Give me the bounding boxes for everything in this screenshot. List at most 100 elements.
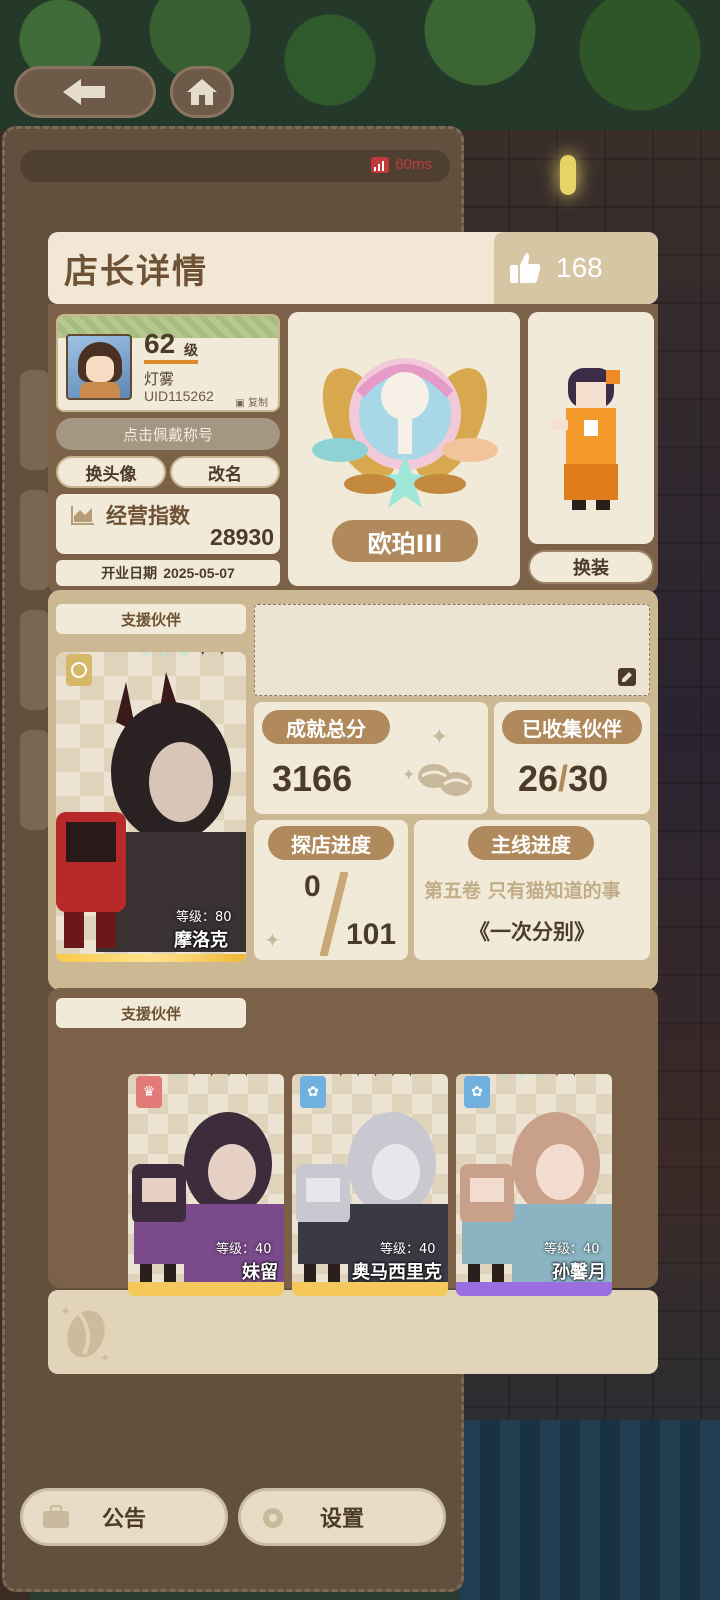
star-icon: ✦ [170, 1074, 183, 1081]
star-icon: ✦ [195, 652, 210, 661]
star-icon: ✦ [568, 1074, 581, 1081]
network-status-bar: 60ms [20, 150, 450, 182]
collected-partners-card: 已收集伙伴 26/30 [494, 702, 650, 814]
level-unit: 级 [184, 343, 198, 359]
description-section: ✦ ✦ [48, 1290, 658, 1374]
briefcase-icon [43, 1505, 69, 1528]
story-title: 《一次分别》 [469, 920, 595, 944]
open-date-value: 2025-05-07 [163, 565, 235, 581]
business-index-label: 经营指数 [106, 504, 190, 528]
like-count: 168 [556, 252, 603, 283]
copy-uid-button[interactable]: ▣ 复制 [235, 394, 268, 409]
lamp-decoration [560, 155, 576, 195]
star-icon: ✦ [334, 1074, 347, 1081]
star-icon: ✦ [386, 1074, 399, 1081]
star-icon: ✦ [351, 1074, 364, 1081]
owner-sprite-icon [552, 368, 620, 510]
wear-title-button[interactable]: 点击佩戴称号 [56, 418, 280, 450]
change-outfit-button[interactable]: 换装 [528, 550, 654, 584]
collected-count: 26/30 [518, 758, 609, 799]
rename-button[interactable]: 改名 [170, 456, 280, 488]
partner-level: 等级：80 [176, 910, 232, 925]
settings-label: 设置 [319, 1507, 364, 1532]
notice-button[interactable]: 公告 [20, 1488, 228, 1546]
back-button[interactable] [14, 66, 156, 118]
opal-rank-emblem-icon [312, 358, 498, 508]
ping-indicator: 60ms [371, 156, 432, 173]
rarity-strip [292, 1282, 448, 1296]
settings-button[interactable]: 设置 [238, 1488, 446, 1546]
slash-divider [320, 872, 348, 956]
rarity-strip [128, 1282, 284, 1296]
partner-name: 摩洛克 [174, 930, 228, 951]
open-date: 开业日期 2025-05-07 [56, 560, 280, 586]
outfit-preview [528, 312, 654, 544]
rank-label: 欧珀III [332, 520, 478, 562]
star-icon: ✦ [533, 1074, 546, 1081]
support-partner-card[interactable]: ✿✦✦✦✦✦等级：40孙馨月 [456, 1074, 612, 1296]
edit-icon [618, 668, 636, 686]
main-support-partner-card[interactable]: ✦ ✦ ✦ ✦ ✦ 等级：80 摩洛克 [56, 652, 246, 962]
signature-box[interactable] [254, 604, 650, 696]
achievement-value: 3166 [272, 758, 353, 799]
svg-text:✦: ✦ [402, 765, 415, 784]
collected-total: 30 [568, 758, 609, 799]
support-partner-card[interactable]: ♛✦✦✦✦✦等级：40妹留 [128, 1074, 284, 1296]
explore-total: 101 [346, 918, 397, 951]
explore-label: 探店进度 [268, 826, 394, 860]
side-slot [20, 730, 50, 830]
story-progress-card: 主线进度 第五卷 只有猫知道的事 《一次分别》 [414, 820, 650, 960]
star-icon: ✦ [176, 652, 191, 661]
support-partner-card[interactable]: ✿✦✦✦✦✦等级：40奥马西里克 [292, 1074, 448, 1296]
star-rating: ✦ ✦ ✦ ✦ ✦ [498, 1074, 581, 1081]
star-rating: ✦ ✦ ✦ ✦ ✦ [334, 1074, 417, 1081]
star-icon: ✦ [222, 1074, 235, 1081]
support-partners-label: 支援伙伴 [56, 998, 246, 1028]
achievement-label: 成就总分 [262, 710, 390, 744]
side-slot [20, 370, 50, 470]
floor-decoration [460, 1420, 720, 1600]
side-slot [20, 610, 50, 710]
collected-label: 已收集伙伴 [502, 710, 642, 744]
player-uid: UID115262 [144, 388, 214, 404]
open-date-label: 开业日期 [101, 566, 158, 582]
rank-badge-card[interactable]: 欧珀III [288, 312, 520, 586]
thumbs-up-icon [510, 253, 541, 283]
gear-icon [263, 1508, 283, 1528]
home-button[interactable] [170, 66, 234, 118]
star-icon: ✦ [404, 1074, 417, 1081]
partner-name: 奥马西里克 [352, 1262, 442, 1283]
detail-header: 店长详情 168 [48, 232, 658, 304]
star-icon: ✦ [498, 1074, 511, 1081]
svg-text:✦: ✦ [100, 1351, 110, 1364]
signal-icon [371, 156, 390, 173]
copy-label: 复制 [248, 398, 268, 409]
home-icon [187, 79, 217, 105]
partner-name: 孙馨月 [552, 1262, 606, 1283]
rarity-strip [456, 1282, 612, 1296]
business-index-card: 经营指数 28930 [56, 494, 280, 554]
star-rating: ✦ ✦ ✦ ✦ ✦ [170, 1074, 253, 1081]
star-icon: ✦ [515, 1074, 528, 1081]
area-chart-icon [71, 506, 94, 525]
partner-level: 等级：40 [216, 1242, 272, 1257]
avatar[interactable] [66, 334, 132, 400]
star-icon: ✦ [187, 1074, 200, 1081]
like-button[interactable]: 168 [494, 232, 658, 304]
star-icon: ✦ [157, 652, 172, 661]
sparkle-icon: ✦ [264, 928, 281, 952]
svg-text:✦: ✦ [60, 1304, 72, 1320]
star-icon: ✦ [138, 652, 153, 661]
star-icon: ✦ [214, 652, 229, 661]
svg-text:✦: ✦ [430, 725, 448, 750]
change-avatar-button[interactable]: 换头像 [56, 456, 166, 488]
ping-value: 60ms [395, 156, 432, 173]
partner-level: 等级：40 [544, 1242, 600, 1257]
level-underline [144, 360, 198, 364]
collected-value: 26 [518, 758, 559, 799]
star-icon: ✦ [240, 1074, 253, 1081]
player-level: 62 [144, 328, 176, 359]
star-rating: ✦ ✦ ✦ ✦ ✦ [138, 652, 229, 661]
support-partner-label: 支援伙伴 [56, 604, 246, 634]
star-icon: ✦ [205, 1074, 218, 1081]
